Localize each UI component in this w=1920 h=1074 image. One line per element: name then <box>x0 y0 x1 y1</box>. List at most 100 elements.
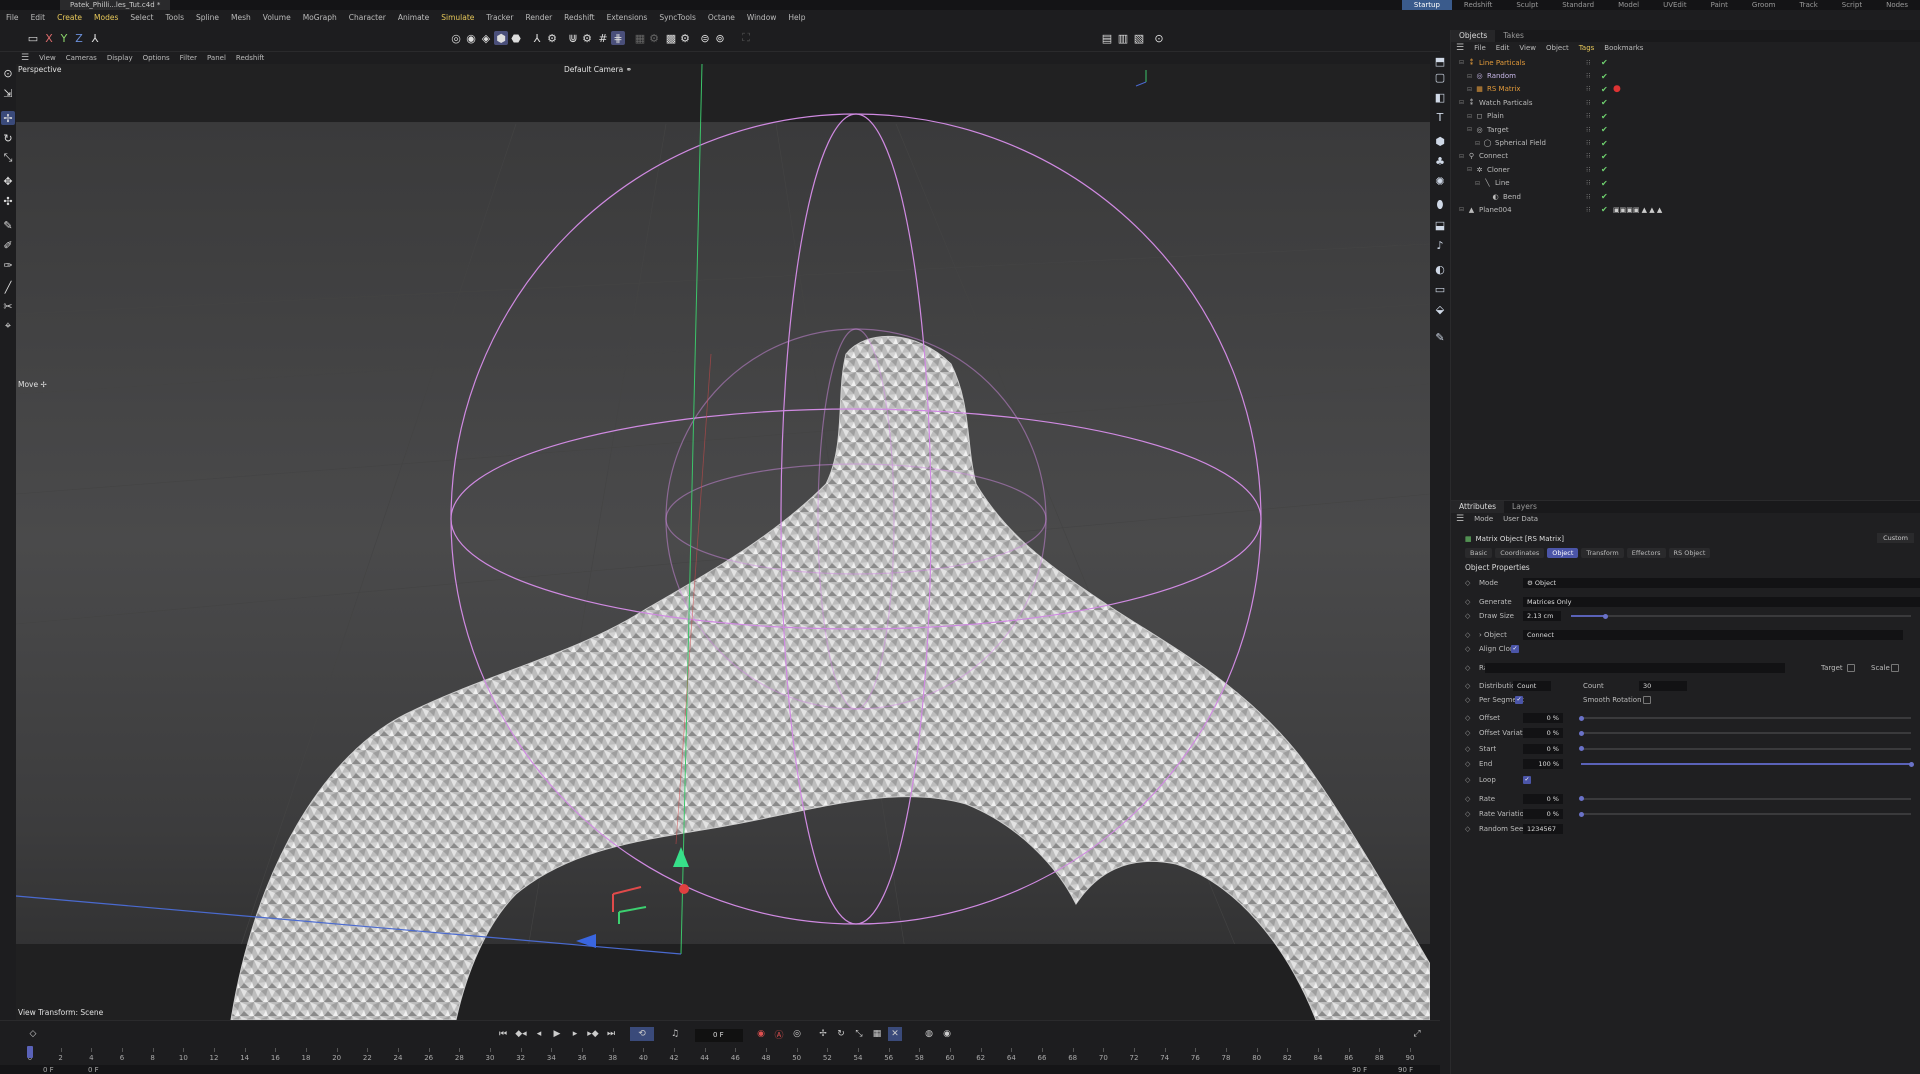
loop-checkbox[interactable]: ✓ <box>1523 775 1531 784</box>
enabled-check-icon[interactable]: ✔ <box>1601 98 1608 107</box>
menu-animate[interactable]: Animate <box>392 13 435 22</box>
visibility-dots-icon[interactable]: ⁝⁝ <box>1586 206 1590 214</box>
offset-slider[interactable] <box>1579 715 1911 721</box>
object-menu-view[interactable]: View <box>1514 44 1541 52</box>
scale-tool-icon[interactable]: ⤡ <box>1 151 15 165</box>
layout-icon[interactable]: ⬒ <box>1433 54 1447 68</box>
knife-tool-icon[interactable]: ✂ <box>1 299 15 313</box>
object-menu-bookmarks[interactable]: Bookmarks <box>1599 44 1648 52</box>
generator-icon[interactable]: ⬢ <box>1433 134 1447 148</box>
text-spline-icon[interactable]: T <box>1433 110 1447 124</box>
rate-slider[interactable] <box>1579 796 1911 802</box>
deformer-icon[interactable]: ♣ <box>1433 154 1447 168</box>
menu-extensions[interactable]: Extensions <box>601 13 654 22</box>
slider-knob[interactable] <box>1579 796 1584 802</box>
end-field[interactable]: 100 % <box>1523 759 1563 770</box>
visibility-dots-icon[interactable]: ⁝⁝ <box>1586 72 1590 80</box>
object-name[interactable]: Spherical Field <box>1495 139 1546 147</box>
subtab-coordinates[interactable]: Coordinates <box>1495 548 1545 558</box>
object-menu-tags[interactable]: Tags <box>1574 44 1600 52</box>
keyframe-diamond-icon[interactable]: ◇ <box>1465 598 1470 606</box>
layout-tab-redshift[interactable]: Redshift <box>1452 0 1504 10</box>
keyframe-diamond-icon[interactable]: ◇ <box>1465 682 1470 690</box>
keyframe-diamond-icon[interactable]: ◇ <box>1465 645 1470 653</box>
menu-redshift[interactable]: Redshift <box>558 13 600 22</box>
visibility-dots-icon[interactable]: ⁝⁝ <box>1586 126 1590 134</box>
object-row-line[interactable]: ⊟ ╲ Line ⁝⁝ ✔ <box>1451 177 1920 190</box>
keyframe-diamond-icon[interactable]: ◇ <box>1465 810 1470 818</box>
visibility-dots-icon[interactable]: ⁝⁝ <box>1586 179 1590 187</box>
coordinate-system-icon[interactable]: ⅄ <box>88 31 102 45</box>
uv-mode-icon[interactable]: ⬣ <box>509 31 523 45</box>
position-key-icon[interactable]: ✢ <box>816 1027 830 1041</box>
draw-size-field[interactable]: 2.13 cm <box>1523 611 1561 621</box>
next-frame-icon[interactable]: ▸ <box>568 1027 582 1041</box>
current-frame-field[interactable]: 0 F <box>695 1029 743 1042</box>
points-mode-icon[interactable]: ◉ <box>464 31 478 45</box>
offset-variation-field[interactable]: 0 % <box>1523 728 1563 739</box>
timeline-zoom-icon[interactable]: ⤢ <box>1410 1027 1424 1041</box>
visibility-dots-icon[interactable]: ⁝⁝ <box>1586 85 1590 93</box>
visibility-dots-icon[interactable]: ⁝⁝ <box>1586 193 1590 201</box>
expand-toggle-icon[interactable]: ⊟ <box>1475 180 1483 187</box>
cube-icon[interactable]: ◧ <box>1433 90 1447 104</box>
offset-field[interactable]: 0 % <box>1523 713 1563 723</box>
object-row-plane004[interactable]: ⊟ ▲ Plane004 ⁝⁝ ✔ ▣▣▣▣ ▲ ▲ ▲ <box>1451 203 1920 216</box>
distribution-field[interactable]: Count <box>1513 681 1551 691</box>
viewport-menu-view[interactable]: View <box>34 54 61 62</box>
tab-takes[interactable]: Takes <box>1495 30 1532 42</box>
start-slider[interactable] <box>1579 746 1911 752</box>
visibility-dots-icon[interactable]: ⁝⁝ <box>1586 99 1590 107</box>
menu-volume[interactable]: Volume <box>257 13 297 22</box>
keyframe-diamond-icon[interactable]: ◇ <box>1465 776 1470 784</box>
rate-variation-field[interactable]: 0 % <box>1523 809 1563 819</box>
keyframe-diamond-icon[interactable]: ◇ <box>1465 760 1470 768</box>
enabled-check-icon[interactable]: ✔ <box>1601 192 1608 201</box>
layout-tab-groom[interactable]: Groom <box>1740 0 1788 10</box>
menu-character[interactable]: Character <box>343 13 392 22</box>
rotate-tool-icon[interactable]: ↻ <box>1 131 15 145</box>
enabled-check-icon[interactable]: ✔ <box>1601 125 1608 134</box>
menu-simulate[interactable]: Simulate <box>435 13 480 22</box>
draw-size-slider[interactable] <box>1571 613 1911 619</box>
quantize-settings-icon[interactable]: ⚙ <box>647 31 661 45</box>
object-tags[interactable]: ● <box>1613 84 1621 94</box>
object-menu-edit[interactable]: Edit <box>1491 44 1515 52</box>
3d-viewport[interactable]: Perspective Default Camera ⚭ Move ✢ View… <box>16 64 1430 1020</box>
expand-toggle-icon[interactable]: ⊟ <box>1467 113 1475 120</box>
keyframe-diamond-icon[interactable]: ◇ <box>1465 825 1470 833</box>
attr-menu-user-data[interactable]: User Data <box>1498 515 1543 523</box>
object-name[interactable]: Cloner <box>1487 166 1510 174</box>
menu-select[interactable]: Select <box>124 13 159 22</box>
keyframe-diamond-icon[interactable]: ◇ <box>1465 631 1470 639</box>
visibility-dots-icon[interactable]: ⁝⁝ <box>1586 59 1590 67</box>
enabled-check-icon[interactable]: ✔ <box>1601 179 1608 188</box>
viewport-menu-icon[interactable]: ☰ <box>16 53 34 63</box>
generate-field[interactable]: Matrices Only <box>1523 597 1920 607</box>
document-tab[interactable]: Patek_Philli...les_Tut.c4d * <box>60 0 171 10</box>
null-object-icon[interactable]: ▢ <box>1433 70 1447 84</box>
range-end-field[interactable]: 90 F <box>1398 1066 1413 1074</box>
viewport-solo-icon[interactable]: ⊜ <box>698 31 712 45</box>
rotation-key-icon[interactable]: ↻ <box>834 1027 848 1041</box>
keyframe-diamond-icon[interactable]: ◇ <box>26 1027 40 1041</box>
object-row-random[interactable]: ⊟ ◎ Random ⁝⁝ ✔ <box>1451 69 1920 82</box>
enabled-check-icon[interactable]: ✔ <box>1601 112 1608 121</box>
object-row-connect[interactable]: ⊟ ⚲ Connect ⁝⁝ ✔ <box>1451 150 1920 163</box>
expand-toggle-icon[interactable]: ⊟ <box>1467 86 1475 93</box>
object-name[interactable]: Plain <box>1487 112 1504 120</box>
layout-tab-script[interactable]: Script <box>1830 0 1874 10</box>
keyframe-diamond-icon[interactable]: ◇ <box>1465 612 1470 620</box>
attribute-menu-icon[interactable]: ☰ <box>1451 514 1469 524</box>
enabled-check-icon[interactable]: ✔ <box>1601 165 1608 174</box>
keyframe-diamond-icon[interactable]: ◇ <box>1465 579 1470 587</box>
soft-selection-icon[interactable]: ▩ <box>664 31 678 45</box>
transfer-tool-icon[interactable]: ✥ <box>1 174 15 188</box>
previous-key-icon[interactable]: ◆◂ <box>514 1027 528 1041</box>
tab-attributes[interactable]: Attributes <box>1451 501 1505 513</box>
slider-knob[interactable] <box>1603 613 1608 619</box>
undo-icon[interactable]: ▭ <box>26 31 40 45</box>
go-to-end-icon[interactable]: ⏭ <box>604 1027 618 1041</box>
layout-tab-standard[interactable]: Standard <box>1550 0 1606 10</box>
object-row-spherical-field[interactable]: ⊟ ◯ Spherical Field ⁝⁝ ✔ <box>1451 136 1920 149</box>
